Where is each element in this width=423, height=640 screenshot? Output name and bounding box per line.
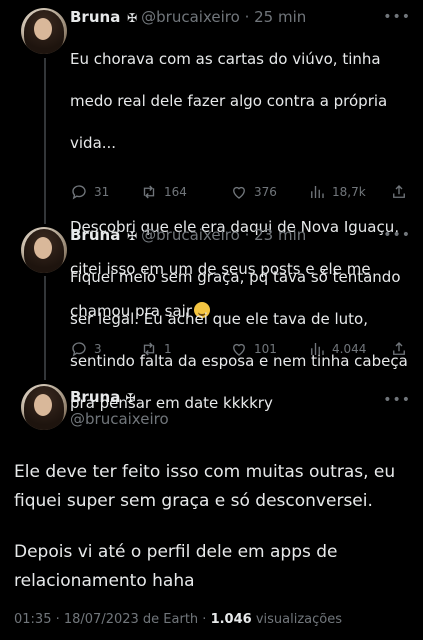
- reply-button[interactable]: 31: [70, 183, 109, 201]
- display-name[interactable]: Bruna: [70, 226, 120, 244]
- retweet-button[interactable]: 1: [140, 340, 172, 358]
- avatar[interactable]: [21, 8, 67, 54]
- views-button[interactable]: 4.044: [308, 340, 366, 358]
- views-button[interactable]: 18,7k: [308, 183, 366, 201]
- heart-icon: [233, 343, 245, 356]
- display-name[interactable]: Bruna: [70, 8, 120, 26]
- views-count: 1.046: [210, 612, 252, 627]
- retweet-icon: [143, 185, 155, 199]
- reply-icon: [72, 342, 86, 357]
- share-button[interactable]: [390, 183, 408, 201]
- tweet-time[interactable]: 23 min: [254, 226, 306, 244]
- share-icon: [393, 342, 405, 355]
- tweet-time[interactable]: 25 min: [254, 8, 306, 26]
- more-icon[interactable]: •••: [383, 227, 411, 243]
- user-handle[interactable]: @brucaixeiro: [141, 226, 240, 244]
- retweet-button[interactable]: 164: [140, 183, 187, 201]
- retweet-icon: [143, 342, 155, 356]
- main-display-name[interactable]: Bruna ✠: [70, 388, 136, 406]
- main-avatar[interactable]: [21, 384, 67, 430]
- reply-icon: [72, 185, 86, 200]
- tweet-actions: 31 164 376 18,7k: [70, 183, 410, 203]
- tweet-2[interactable]: Bruna ✠ @brucaixeiro · 23 min ••• Fiquei …: [0, 222, 423, 412]
- more-icon[interactable]: •••: [383, 9, 411, 25]
- profile-badge: ✠: [125, 391, 136, 405]
- tweet-actions: 3 1 101 4.044: [70, 340, 410, 360]
- views-icon: [311, 186, 324, 198]
- more-icon[interactable]: •••: [383, 392, 411, 408]
- user-handle[interactable]: @brucaixeiro: [141, 8, 240, 26]
- avatar[interactable]: [21, 227, 67, 273]
- tweet-header: Bruna ✠ @brucaixeiro · 23 min: [70, 226, 307, 244]
- share-button[interactable]: [390, 340, 408, 358]
- share-icon: [393, 185, 405, 198]
- tweet-header: Bruna ✠ @brucaixeiro · 25 min: [70, 8, 307, 26]
- views-label: visualizações: [251, 612, 342, 627]
- main-user-handle[interactable]: @brucaixeiro: [70, 410, 169, 428]
- tweet-metadata: 01:35 · 18/07/2023 de Earth · 1.046 visu…: [14, 612, 342, 627]
- timestamp[interactable]: 01:35 · 18/07/2023 de Earth ·: [14, 612, 211, 627]
- tweet-1[interactable]: Bruna ✠ @brucaixeiro · 25 min ••• Eu chor…: [0, 0, 423, 320]
- reply-button[interactable]: 3: [70, 340, 102, 358]
- profile-badge: ✠: [127, 11, 138, 25]
- like-button[interactable]: 376: [230, 183, 277, 201]
- views-icon: [311, 343, 324, 355]
- profile-badge: ✠: [127, 229, 138, 243]
- like-button[interactable]: 101: [230, 340, 277, 358]
- heart-icon: [233, 186, 245, 199]
- main-tweet-text: Ele deve ter feito isso com muitas outra…: [14, 462, 396, 591]
